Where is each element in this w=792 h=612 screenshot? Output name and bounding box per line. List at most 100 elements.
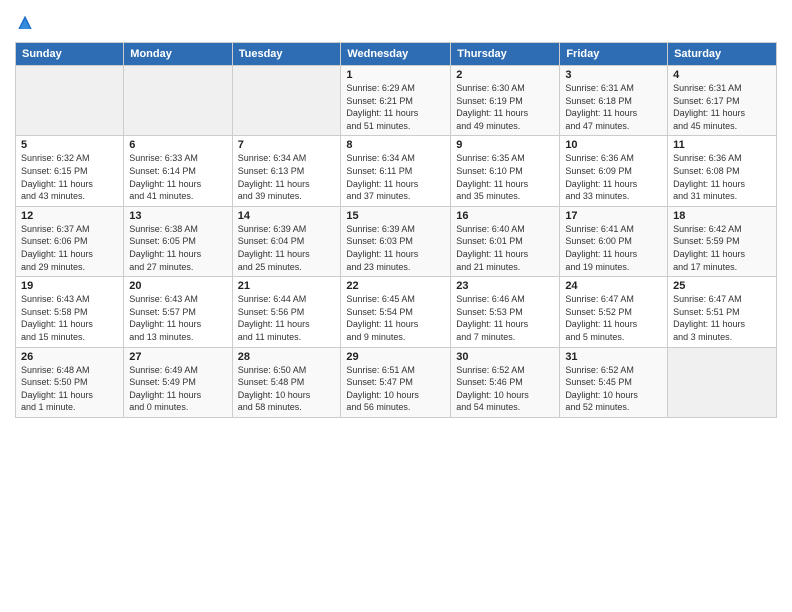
week-row-4: 19Sunrise: 6:43 AM Sunset: 5:58 PM Dayli… — [16, 277, 777, 347]
calendar-cell: 22Sunrise: 6:45 AM Sunset: 5:54 PM Dayli… — [341, 277, 451, 347]
calendar-cell — [232, 66, 341, 136]
day-number: 13 — [129, 210, 226, 222]
day-info: Sunrise: 6:45 AM Sunset: 5:54 PM Dayligh… — [346, 293, 445, 343]
calendar-cell: 3Sunrise: 6:31 AM Sunset: 6:18 PM Daylig… — [560, 66, 668, 136]
day-info: Sunrise: 6:49 AM Sunset: 5:49 PM Dayligh… — [129, 364, 226, 414]
day-number: 21 — [238, 280, 336, 292]
logo — [15, 14, 38, 34]
weekday-header-saturday: Saturday — [668, 43, 777, 66]
day-number: 28 — [238, 351, 336, 363]
calendar-cell: 13Sunrise: 6:38 AM Sunset: 6:05 PM Dayli… — [124, 206, 232, 276]
day-number: 6 — [129, 139, 226, 151]
day-number: 22 — [346, 280, 445, 292]
day-info: Sunrise: 6:43 AM Sunset: 5:58 PM Dayligh… — [21, 293, 118, 343]
day-number: 11 — [673, 139, 771, 151]
calendar-cell: 17Sunrise: 6:41 AM Sunset: 6:00 PM Dayli… — [560, 206, 668, 276]
day-info: Sunrise: 6:36 AM Sunset: 6:08 PM Dayligh… — [673, 152, 771, 202]
weekday-header-sunday: Sunday — [16, 43, 124, 66]
day-number: 12 — [21, 210, 118, 222]
calendar-cell: 6Sunrise: 6:33 AM Sunset: 6:14 PM Daylig… — [124, 136, 232, 206]
day-info: Sunrise: 6:50 AM Sunset: 5:48 PM Dayligh… — [238, 364, 336, 414]
day-info: Sunrise: 6:48 AM Sunset: 5:50 PM Dayligh… — [21, 364, 118, 414]
day-info: Sunrise: 6:29 AM Sunset: 6:21 PM Dayligh… — [346, 82, 445, 132]
day-number: 23 — [456, 280, 554, 292]
day-number: 8 — [346, 139, 445, 151]
weekday-header-tuesday: Tuesday — [232, 43, 341, 66]
day-info: Sunrise: 6:46 AM Sunset: 5:53 PM Dayligh… — [456, 293, 554, 343]
calendar-cell: 10Sunrise: 6:36 AM Sunset: 6:09 PM Dayli… — [560, 136, 668, 206]
day-info: Sunrise: 6:39 AM Sunset: 6:04 PM Dayligh… — [238, 223, 336, 273]
calendar-cell: 16Sunrise: 6:40 AM Sunset: 6:01 PM Dayli… — [451, 206, 560, 276]
calendar-cell: 2Sunrise: 6:30 AM Sunset: 6:19 PM Daylig… — [451, 66, 560, 136]
calendar-cell: 7Sunrise: 6:34 AM Sunset: 6:13 PM Daylig… — [232, 136, 341, 206]
day-number: 14 — [238, 210, 336, 222]
header — [15, 10, 777, 34]
calendar-cell: 9Sunrise: 6:35 AM Sunset: 6:10 PM Daylig… — [451, 136, 560, 206]
logo-icon — [15, 14, 35, 34]
day-info: Sunrise: 6:51 AM Sunset: 5:47 PM Dayligh… — [346, 364, 445, 414]
day-info: Sunrise: 6:44 AM Sunset: 5:56 PM Dayligh… — [238, 293, 336, 343]
day-number: 27 — [129, 351, 226, 363]
day-number: 3 — [565, 69, 662, 81]
calendar-cell: 18Sunrise: 6:42 AM Sunset: 5:59 PM Dayli… — [668, 206, 777, 276]
calendar-cell: 1Sunrise: 6:29 AM Sunset: 6:21 PM Daylig… — [341, 66, 451, 136]
day-number: 24 — [565, 280, 662, 292]
calendar-table: SundayMondayTuesdayWednesdayThursdayFrid… — [15, 42, 777, 418]
day-info: Sunrise: 6:37 AM Sunset: 6:06 PM Dayligh… — [21, 223, 118, 273]
week-row-5: 26Sunrise: 6:48 AM Sunset: 5:50 PM Dayli… — [16, 347, 777, 417]
calendar-cell: 25Sunrise: 6:47 AM Sunset: 5:51 PM Dayli… — [668, 277, 777, 347]
calendar-cell: 24Sunrise: 6:47 AM Sunset: 5:52 PM Dayli… — [560, 277, 668, 347]
day-number: 10 — [565, 139, 662, 151]
weekday-header-thursday: Thursday — [451, 43, 560, 66]
weekday-header-row: SundayMondayTuesdayWednesdayThursdayFrid… — [16, 43, 777, 66]
day-info: Sunrise: 6:38 AM Sunset: 6:05 PM Dayligh… — [129, 223, 226, 273]
day-info: Sunrise: 6:32 AM Sunset: 6:15 PM Dayligh… — [21, 152, 118, 202]
day-info: Sunrise: 6:52 AM Sunset: 5:46 PM Dayligh… — [456, 364, 554, 414]
calendar-cell: 27Sunrise: 6:49 AM Sunset: 5:49 PM Dayli… — [124, 347, 232, 417]
day-number: 2 — [456, 69, 554, 81]
calendar-cell: 5Sunrise: 6:32 AM Sunset: 6:15 PM Daylig… — [16, 136, 124, 206]
day-number: 4 — [673, 69, 771, 81]
day-info: Sunrise: 6:33 AM Sunset: 6:14 PM Dayligh… — [129, 152, 226, 202]
calendar-cell: 28Sunrise: 6:50 AM Sunset: 5:48 PM Dayli… — [232, 347, 341, 417]
day-info: Sunrise: 6:30 AM Sunset: 6:19 PM Dayligh… — [456, 82, 554, 132]
day-info: Sunrise: 6:39 AM Sunset: 6:03 PM Dayligh… — [346, 223, 445, 273]
calendar-cell: 11Sunrise: 6:36 AM Sunset: 6:08 PM Dayli… — [668, 136, 777, 206]
weekday-header-friday: Friday — [560, 43, 668, 66]
calendar-cell — [124, 66, 232, 136]
day-info: Sunrise: 6:47 AM Sunset: 5:52 PM Dayligh… — [565, 293, 662, 343]
calendar-cell: 20Sunrise: 6:43 AM Sunset: 5:57 PM Dayli… — [124, 277, 232, 347]
page: SundayMondayTuesdayWednesdayThursdayFrid… — [0, 0, 792, 612]
week-row-3: 12Sunrise: 6:37 AM Sunset: 6:06 PM Dayli… — [16, 206, 777, 276]
day-info: Sunrise: 6:52 AM Sunset: 5:45 PM Dayligh… — [565, 364, 662, 414]
calendar-cell — [668, 347, 777, 417]
calendar-cell: 8Sunrise: 6:34 AM Sunset: 6:11 PM Daylig… — [341, 136, 451, 206]
day-number: 7 — [238, 139, 336, 151]
day-info: Sunrise: 6:40 AM Sunset: 6:01 PM Dayligh… — [456, 223, 554, 273]
day-number: 19 — [21, 280, 118, 292]
calendar-cell: 12Sunrise: 6:37 AM Sunset: 6:06 PM Dayli… — [16, 206, 124, 276]
calendar-cell: 21Sunrise: 6:44 AM Sunset: 5:56 PM Dayli… — [232, 277, 341, 347]
day-number: 25 — [673, 280, 771, 292]
calendar-cell: 29Sunrise: 6:51 AM Sunset: 5:47 PM Dayli… — [341, 347, 451, 417]
day-info: Sunrise: 6:34 AM Sunset: 6:11 PM Dayligh… — [346, 152, 445, 202]
day-number: 17 — [565, 210, 662, 222]
day-number: 15 — [346, 210, 445, 222]
day-number: 29 — [346, 351, 445, 363]
day-info: Sunrise: 6:31 AM Sunset: 6:17 PM Dayligh… — [673, 82, 771, 132]
weekday-header-monday: Monday — [124, 43, 232, 66]
week-row-1: 1Sunrise: 6:29 AM Sunset: 6:21 PM Daylig… — [16, 66, 777, 136]
day-number: 9 — [456, 139, 554, 151]
calendar-cell: 30Sunrise: 6:52 AM Sunset: 5:46 PM Dayli… — [451, 347, 560, 417]
day-info: Sunrise: 6:36 AM Sunset: 6:09 PM Dayligh… — [565, 152, 662, 202]
day-info: Sunrise: 6:31 AM Sunset: 6:18 PM Dayligh… — [565, 82, 662, 132]
week-row-2: 5Sunrise: 6:32 AM Sunset: 6:15 PM Daylig… — [16, 136, 777, 206]
calendar-cell: 15Sunrise: 6:39 AM Sunset: 6:03 PM Dayli… — [341, 206, 451, 276]
day-number: 1 — [346, 69, 445, 81]
calendar-cell: 4Sunrise: 6:31 AM Sunset: 6:17 PM Daylig… — [668, 66, 777, 136]
calendar-cell: 23Sunrise: 6:46 AM Sunset: 5:53 PM Dayli… — [451, 277, 560, 347]
calendar-cell: 14Sunrise: 6:39 AM Sunset: 6:04 PM Dayli… — [232, 206, 341, 276]
calendar-cell: 19Sunrise: 6:43 AM Sunset: 5:58 PM Dayli… — [16, 277, 124, 347]
day-number: 18 — [673, 210, 771, 222]
day-info: Sunrise: 6:34 AM Sunset: 6:13 PM Dayligh… — [238, 152, 336, 202]
